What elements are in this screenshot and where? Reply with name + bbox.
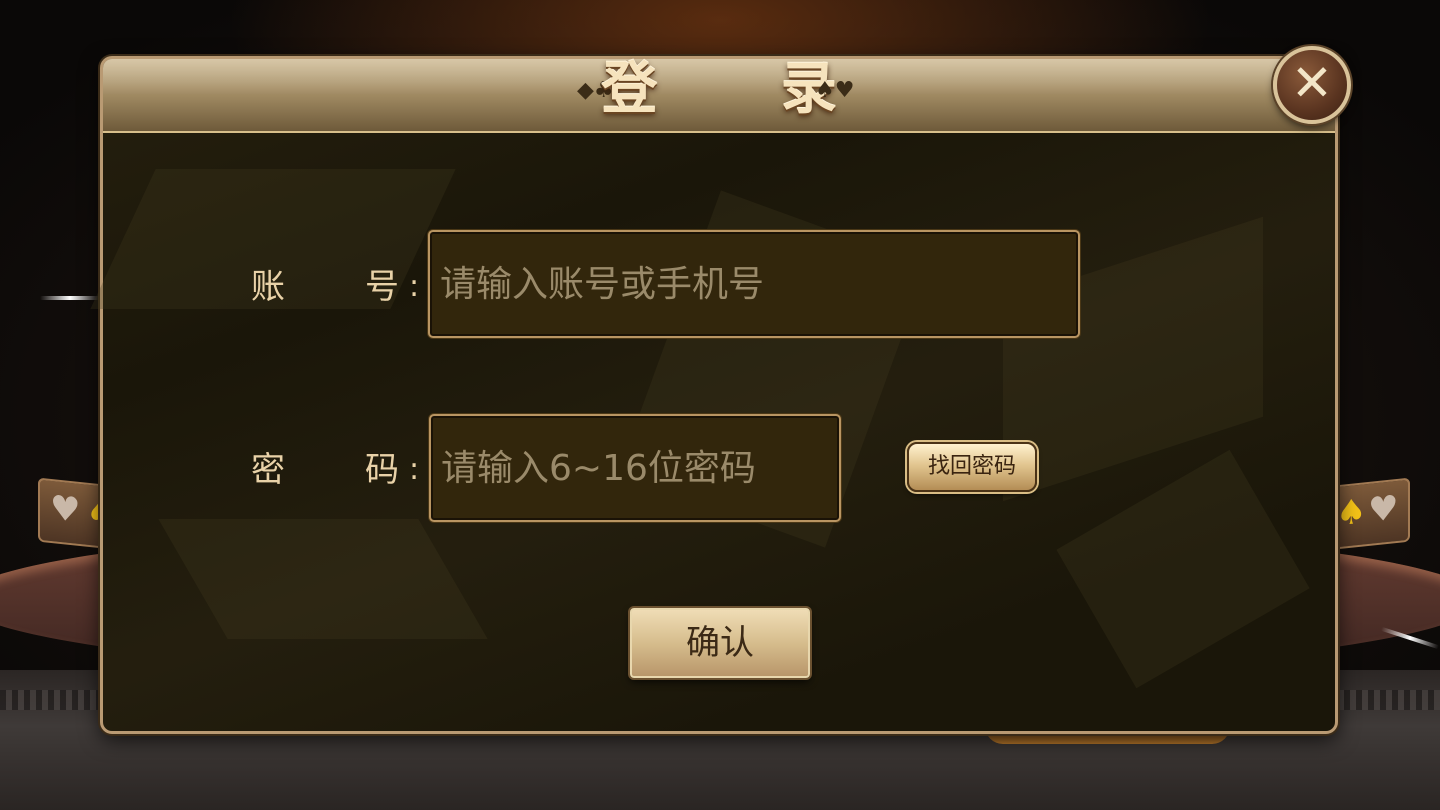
background-shard xyxy=(1056,449,1310,689)
password-input[interactable] xyxy=(431,416,839,520)
password-input-box xyxy=(429,414,841,522)
background-suit-badge-right: ♠ ♥ xyxy=(1326,477,1410,551)
forgot-password-button[interactable]: 找回密码 xyxy=(907,442,1037,492)
account-label-second-char: 号 xyxy=(365,267,399,307)
heart-icon: ♥ xyxy=(1368,487,1399,531)
heart-icon: ♥ xyxy=(50,487,81,532)
password-label-first-char: 密 xyxy=(251,450,285,490)
account-label-first-char: 账 xyxy=(251,267,285,307)
title-suits-right-icon: ♠♥ xyxy=(815,78,855,103)
password-label-second-char: 码 xyxy=(365,450,399,490)
spade-icon: ♠ xyxy=(1336,491,1367,535)
password-label-colon: : xyxy=(409,452,420,487)
light-streak xyxy=(40,296,100,300)
dialog-header: ◆♣ 登 录 ♠♥ xyxy=(103,59,1335,133)
dialog-title: 登 录 xyxy=(601,56,889,122)
account-label-colon: : xyxy=(409,269,420,304)
account-input[interactable] xyxy=(430,232,1078,336)
game-scene: ♥ ♠ ♠ ♥ ◆♣ 登 录 ♠♥ 账 号 : 密 码 : 找回 xyxy=(0,0,1440,810)
confirm-button[interactable]: 确认 xyxy=(630,608,810,678)
background-shard xyxy=(158,519,488,639)
account-input-box xyxy=(428,230,1080,338)
close-icon[interactable]: ✕ xyxy=(1273,46,1351,124)
